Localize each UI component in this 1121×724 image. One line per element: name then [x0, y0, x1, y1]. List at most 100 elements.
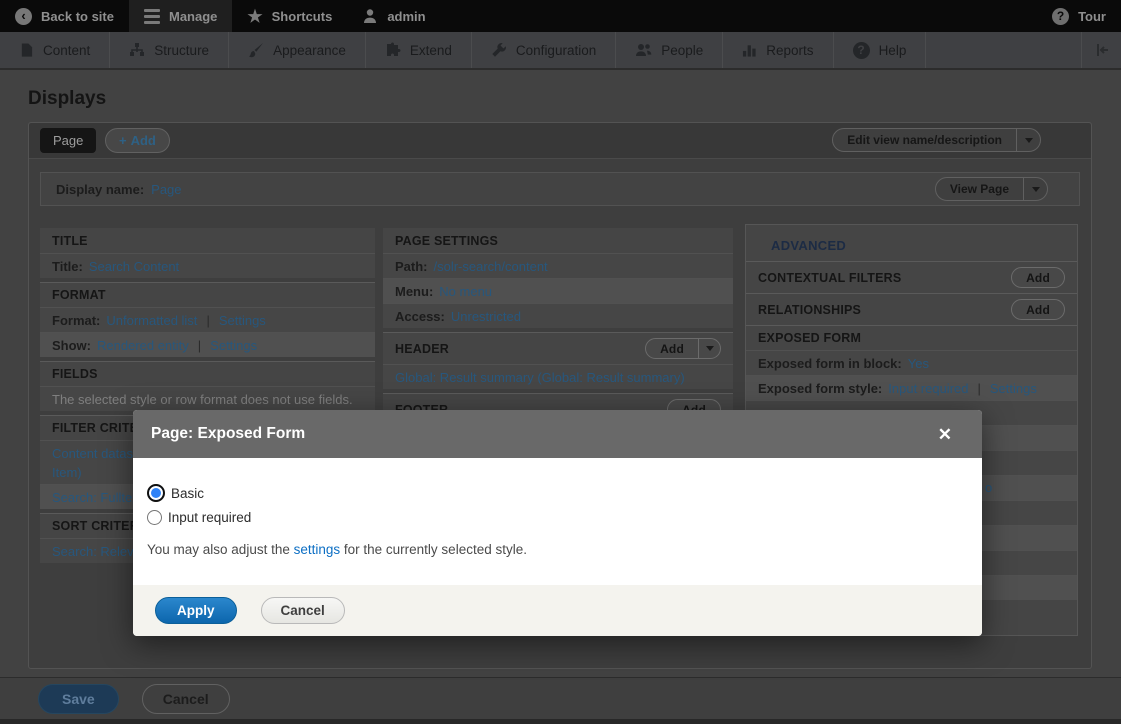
- exposed-style-value-link[interactable]: Input required: [888, 381, 968, 396]
- screen: ‹ Back to site Manage ★ Shortcuts admin …: [0, 0, 1121, 724]
- relationships-add-button[interactable]: Add: [1011, 299, 1065, 320]
- show-value-link[interactable]: Rendered entity: [97, 338, 189, 353]
- dialog-close-button[interactable]: ✕: [938, 426, 952, 443]
- format-row: Format: Unformatted list | Settings: [40, 307, 375, 332]
- header-add-label: Add: [646, 339, 698, 358]
- menu-item-extend[interactable]: Extend: [366, 32, 472, 68]
- show-row: Show: Rendered entity | Settings: [40, 332, 375, 357]
- bar-chart-icon: [742, 42, 757, 58]
- exposed-block-label: Exposed form in block:: [758, 356, 902, 371]
- back-arrow-icon: ‹: [15, 8, 32, 25]
- tour-button[interactable]: ? Tour: [1037, 0, 1121, 32]
- plus-icon: +: [119, 133, 127, 148]
- manage-tab[interactable]: Manage: [129, 0, 232, 32]
- bottom-edge: [0, 719, 1121, 724]
- paintbrush-icon: [248, 42, 264, 58]
- radio-selected-icon[interactable]: [147, 484, 165, 502]
- partially-hidden-link-fragment[interactable]: o: [985, 480, 992, 495]
- display-tabs-row: Page + Add Edit view name/description: [29, 123, 1091, 159]
- display-name-link[interactable]: Page: [151, 182, 181, 197]
- view-page-label: View Page: [936, 178, 1023, 200]
- access-value-link[interactable]: Unrestricted: [451, 309, 521, 324]
- hamburger-icon: [144, 9, 160, 24]
- menu-item-reports[interactable]: Reports: [723, 32, 833, 68]
- edit-view-name-label: Edit view name/description: [833, 129, 1016, 151]
- contextual-filters-add-button[interactable]: Add: [1011, 267, 1065, 288]
- display-tab-page[interactable]: Page: [40, 128, 96, 153]
- menu-item-configuration[interactable]: Configuration: [472, 32, 616, 68]
- header-add-button[interactable]: Add: [645, 338, 721, 359]
- admin-toolbar: ‹ Back to site Manage ★ Shortcuts admin …: [0, 0, 1121, 32]
- access-label: Access:: [395, 309, 445, 324]
- radio-basic-label: Basic: [171, 486, 204, 501]
- save-button[interactable]: Save: [38, 684, 119, 714]
- radio-unselected-icon[interactable]: [147, 510, 162, 525]
- access-row: Access: Unrestricted: [383, 303, 733, 328]
- edit-view-dropdown-toggle[interactable]: [1016, 129, 1040, 151]
- add-display-label: Add: [131, 133, 156, 148]
- global-result-summary-link[interactable]: Global: Result summary (Global: Result s…: [395, 370, 685, 385]
- fields-note: The selected style or row format does no…: [52, 392, 353, 407]
- add-display-button[interactable]: + Add: [105, 128, 170, 153]
- path-label: Path:: [395, 259, 428, 274]
- cancel-button[interactable]: Cancel: [142, 684, 230, 714]
- dialog-body: Basic Input required You may also adjust…: [133, 458, 982, 557]
- sitemap-icon: [129, 42, 145, 58]
- format-settings-link[interactable]: Settings: [219, 313, 266, 328]
- menu-item-content[interactable]: Content: [0, 32, 110, 68]
- edit-view-name-button[interactable]: Edit view name/description: [832, 128, 1041, 152]
- star-icon: ★: [247, 8, 262, 25]
- fields-note-row: The selected style or row format does no…: [40, 386, 375, 411]
- puzzle-icon: [385, 42, 401, 58]
- menu-label-help: Help: [879, 43, 907, 58]
- admin-user-tab[interactable]: admin: [347, 0, 440, 32]
- path-value-link[interactable]: /solr-search/content: [434, 259, 548, 274]
- shortcuts-label: Shortcuts: [272, 9, 333, 24]
- shortcuts-tab[interactable]: ★ Shortcuts: [232, 0, 347, 32]
- menu-item-appearance[interactable]: Appearance: [229, 32, 366, 68]
- note-text-before: You may also adjust the: [147, 542, 294, 557]
- menu-item-help[interactable]: ? Help: [834, 32, 927, 68]
- filter-item-line2: Item): [52, 465, 82, 480]
- exposed-block-row: Exposed form in block: Yes: [746, 350, 1077, 375]
- document-icon: [19, 42, 34, 58]
- header-section-label: HEADER: [395, 342, 449, 356]
- radio-option-input-required[interactable]: Input required: [147, 510, 966, 525]
- menu-item-structure[interactable]: Structure: [110, 32, 229, 68]
- radio-input-required-label: Input required: [168, 510, 251, 525]
- header-section-header: HEADER Add: [383, 332, 733, 364]
- dialog-titlebar[interactable]: Page: Exposed Form ✕: [133, 410, 982, 458]
- page-settings-header: PAGE SETTINGS: [383, 228, 733, 253]
- tour-question-icon: ?: [1052, 8, 1069, 25]
- chevron-down-icon: [1032, 187, 1040, 192]
- relationships-label: RELATIONSHIPS: [758, 303, 861, 317]
- advanced-toggle[interactable]: ADVANCED: [746, 225, 1077, 261]
- menu-label-configuration: Configuration: [516, 43, 596, 58]
- back-to-site-button[interactable]: ‹ Back to site: [0, 0, 129, 32]
- exposed-style-settings-link[interactable]: Settings: [990, 381, 1037, 396]
- title-value-link[interactable]: Search Content: [89, 259, 179, 274]
- exposed-block-value-link[interactable]: Yes: [908, 356, 929, 371]
- apply-button[interactable]: Apply: [155, 597, 237, 624]
- title-section-header: TITLE: [40, 228, 375, 253]
- view-page-button[interactable]: View Page: [935, 177, 1048, 201]
- wrench-icon: [491, 42, 507, 58]
- toolbar-orientation-toggle[interactable]: [1081, 32, 1121, 68]
- view-page-dropdown-toggle[interactable]: [1023, 178, 1047, 200]
- format-value-link[interactable]: Unformatted list: [106, 313, 197, 328]
- help-question-icon: ?: [853, 42, 870, 59]
- note-text-after: for the currently selected style.: [340, 542, 527, 557]
- column-page-settings: PAGE SETTINGS Path: /solr-search/content…: [383, 228, 733, 425]
- display-name-bar: Display name: Page: [40, 172, 1080, 206]
- menu-item-people[interactable]: People: [616, 32, 723, 68]
- user-icon: [362, 8, 378, 24]
- show-settings-link[interactable]: Settings: [210, 338, 257, 353]
- exposed-style-label: Exposed form style:: [758, 381, 882, 396]
- page-title: Displays: [28, 88, 106, 110]
- dialog-cancel-button[interactable]: Cancel: [261, 597, 345, 624]
- settings-link[interactable]: settings: [294, 542, 341, 557]
- menu-value-link[interactable]: No menu: [439, 284, 492, 299]
- header-add-dropdown-toggle[interactable]: [698, 339, 720, 358]
- contextual-filters-header: CONTEXTUAL FILTERS Add: [746, 261, 1077, 293]
- radio-option-basic[interactable]: Basic: [147, 484, 966, 502]
